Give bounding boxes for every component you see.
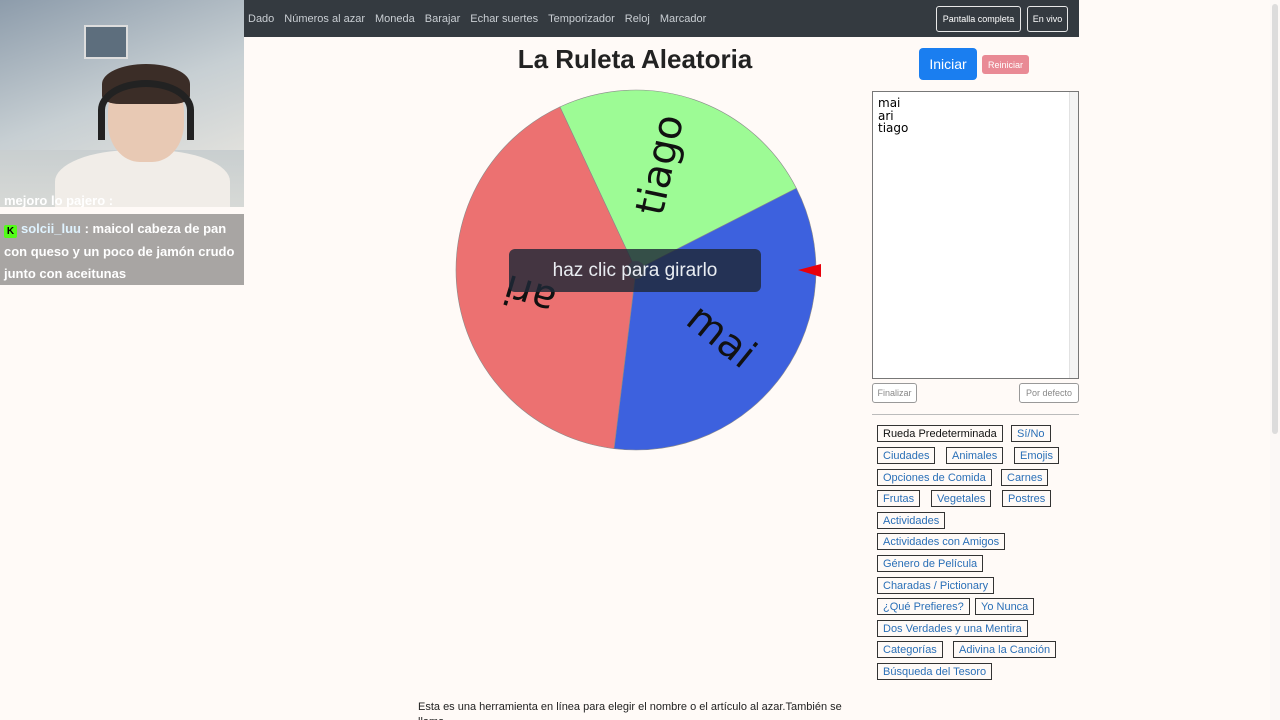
preset-emojis[interactable]: Emojis: [1014, 447, 1060, 464]
nav-links: Dado Números al azar Moneda Barajar Echa…: [248, 0, 716, 37]
nav-link-random-numbers[interactable]: Números al azar: [284, 13, 365, 25]
preset-animals[interactable]: Animales: [946, 447, 1004, 464]
nav-link-clock[interactable]: Reloj: [625, 13, 650, 25]
preset-fruits[interactable]: Frutas: [877, 490, 921, 507]
divider: [872, 414, 1079, 415]
page-scrollbar[interactable]: [1270, 0, 1280, 720]
webcam-headset: [98, 80, 194, 140]
fullscreen-button[interactable]: Pantalla completa: [936, 6, 1021, 32]
name-line: mai: [878, 96, 901, 110]
preset-activities-friends[interactable]: Actividades con Amigos: [877, 533, 1006, 550]
reset-button[interactable]: Reiniciar: [982, 55, 1029, 74]
preset-vegetables[interactable]: Vegetales: [931, 490, 992, 507]
nav-link-coin[interactable]: Moneda: [375, 13, 415, 25]
webcam-overlay: mejoro lo pajero :: [0, 0, 244, 207]
nav-link-timer[interactable]: Temporizador: [548, 13, 615, 25]
preset-two-truths[interactable]: Dos Verdades y una Mentira: [877, 620, 1028, 637]
nav-link-scoreboard[interactable]: Marcador: [660, 13, 706, 25]
preset-would-you-rather[interactable]: ¿Qué Prefieres?: [877, 598, 970, 615]
preset-never-have-i[interactable]: Yo Nunca: [975, 598, 1035, 615]
webcam-wall-picture: [84, 25, 128, 59]
live-button[interactable]: En vivo: [1027, 6, 1068, 32]
nav-link-dice[interactable]: Dado: [248, 13, 274, 25]
page-scrollbar-thumb[interactable]: [1272, 4, 1278, 434]
preset-yes-no[interactable]: Sí/No: [1011, 425, 1051, 442]
chat-overlay: Ksolcii_luu : maicol cabeza de pan con q…: [0, 214, 244, 285]
finalize-button[interactable]: Finalizar: [872, 383, 917, 403]
preset-treasure-hunt[interactable]: Búsqueda del Tesoro: [877, 663, 993, 680]
top-navbar: Dado Números al azar Moneda Barajar Echa…: [244, 0, 1079, 37]
preset-food-options[interactable]: Opciones de Comida: [877, 469, 992, 486]
preset-guess-song[interactable]: Adivina la Canción: [953, 641, 1057, 658]
default-button[interactable]: Por defecto: [1019, 383, 1079, 403]
preset-default-wheel[interactable]: Rueda Predeterminada: [877, 425, 1003, 442]
kick-badge-icon: K: [4, 225, 17, 238]
names-textarea[interactable]: mai ari tiago: [872, 91, 1079, 379]
nav-link-draw-lots[interactable]: Echar suertes: [470, 13, 538, 25]
name-line: tiago: [878, 121, 909, 135]
spin-prompt[interactable]: haz clic para girarlo: [509, 249, 761, 292]
chat-partial-line: mejoro lo pajero :: [4, 193, 114, 207]
page-title: La Ruleta Aleatoria: [517, 44, 753, 74]
preset-categories[interactable]: Categorías: [877, 641, 943, 658]
textarea-scrollbar[interactable]: [1069, 92, 1078, 378]
start-button[interactable]: Iniciar: [919, 48, 977, 80]
preset-cities[interactable]: Ciudades: [877, 447, 936, 464]
description-text: Esta es una herramienta en línea para el…: [418, 701, 842, 720]
chat-message: Ksolcii_luu : maicol cabeza de pan con q…: [4, 218, 240, 286]
chat-username: solcii_luu: [21, 221, 81, 236]
preset-movie-genre[interactable]: Género de Película: [877, 555, 984, 572]
preset-charades[interactable]: Charadas / Pictionary: [877, 577, 995, 594]
preset-activities[interactable]: Actividades: [877, 512, 946, 529]
preset-meats[interactable]: Carnes: [1001, 469, 1049, 486]
preset-desserts[interactable]: Postres: [1002, 490, 1052, 507]
nav-link-shuffle[interactable]: Barajar: [425, 13, 460, 25]
